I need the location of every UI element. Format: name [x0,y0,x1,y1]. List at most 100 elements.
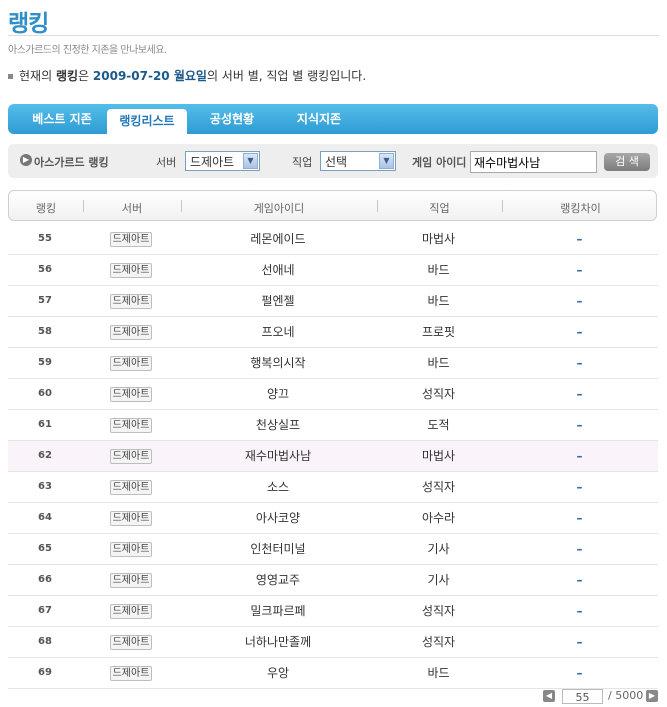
job-select-value: 선택 [325,155,348,169]
tab-bar: 베스트 지존 랭킹리스트 공성현황 지식지존 [8,104,658,134]
table-row: 69 드제아트 우앙 바드 – [8,658,658,689]
rank-diff-cell: – [576,480,583,494]
tab-best[interactable]: 베스트 지존 [20,104,104,134]
job-select[interactable]: 선택 ▼ [320,151,396,171]
notice-strong: 랭킹 [55,69,79,83]
rank-diff-cell: – [576,604,583,618]
server-badge: 드제아트 [109,511,153,526]
server-badge: 드제아트 [109,573,153,588]
server-badge: 드제아트 [109,263,153,278]
job-label: 직업 [292,156,313,169]
game-id-cell: 아사코양 [255,511,301,525]
job-cell: 프로핏 [421,325,456,339]
server-cell: 드제아트 [82,627,180,657]
job-cell: 바드 [427,356,450,370]
page-title: 랭킹 [8,11,49,37]
rank-diff-cell: – [576,294,583,308]
game-id-cell: 펄엔젤 [261,294,295,308]
rank-cell: 62 [38,450,52,461]
game-id-cell: 선애네 [261,263,295,277]
server-cell: 드제아트 [82,286,180,316]
table-row: 55 드제아트 레몬에이드 마법사 – [8,224,658,255]
table-header: 랭킹 서버 게임아이디 직업 랭킹차이 [8,190,657,221]
server-badge: 드제아트 [109,294,153,309]
page-input[interactable]: 55 [562,689,603,704]
job-cell: 기사 [427,573,450,587]
page-total: / 5000 [608,689,644,702]
game-id-cell: 양끄 [266,387,290,401]
server-cell: 드제아트 [82,534,180,564]
server-cell: 드제아트 [82,255,180,285]
server-badge: 드제아트 [109,418,153,433]
game-id-cell: 레몬에이드 [250,232,306,246]
server-badge: 드제아트 [109,449,153,464]
rank-diff-cell: – [576,356,583,370]
rank-cell: 59 [38,357,52,368]
title-divider [8,35,659,36]
job-cell: 바드 [427,263,450,277]
header-rank-diff: 랭킹차이 [560,202,601,215]
server-badge: 드제아트 [109,387,153,402]
rank-cell: 55 [38,233,52,244]
table-row: 65 드제아트 인천터미널 기사 – [8,534,658,565]
server-cell: 드제아트 [82,472,180,502]
game-id-input[interactable] [470,151,597,173]
next-page-icon[interactable]: ▶ [646,690,658,702]
header-game-id: 게임아이디 [253,202,305,215]
table-row: 66 드제아트 영영교주 기사 – [8,565,658,596]
notice-mid: 은 [78,69,93,83]
server-badge: 드제아트 [109,666,153,681]
rank-cell: 63 [38,481,52,492]
game-id-label: 게임 아이디 [412,156,467,169]
bullet-icon [8,74,13,79]
rank-diff-cell: – [576,511,583,525]
tab-ranking-list[interactable]: 랭킹리스트 [107,109,187,134]
server-select[interactable]: 드제아트 ▼ [185,151,260,171]
rank-diff-cell: – [576,387,583,401]
header-rank: 랭킹 [35,202,57,215]
rank-diff-cell: – [576,232,583,246]
job-cell: 성직자 [421,387,456,401]
rank-cell: 68 [38,636,52,647]
server-select-value: 드제아트 [190,155,235,169]
server-badge: 드제아트 [109,635,153,650]
table-row: 61 드제아트 천상실프 도적 – [8,410,658,441]
game-id-cell: 프오네 [261,325,295,339]
prev-page-icon[interactable]: ◀ [543,690,555,702]
table-row: 57 드제아트 펄엔젤 바드 – [8,286,658,317]
header-server: 서버 [121,202,143,215]
server-cell: 드제아트 [82,224,180,254]
table-row: 64 드제아트 아사코양 아수라 – [8,503,658,534]
game-id-cell: 천상실프 [255,418,301,432]
game-id-cell: 너하나만졸께 [244,635,312,649]
game-id-cell: 행복의시작 [250,356,306,370]
page-subtitle: 아스가르드의 진정한 지존을 만나보세요. [8,45,167,56]
table-row: 68 드제아트 너하나만졸께 성직자 – [8,627,658,658]
tab-siege-status[interactable]: 공성현황 [190,104,274,134]
rank-cell: 61 [38,419,52,430]
rank-diff-cell: – [576,263,583,277]
server-cell: 드제아트 [82,658,180,688]
rank-diff-cell: – [576,573,583,587]
server-cell: 드제아트 [82,348,180,378]
server-badge: 드제아트 [109,604,153,619]
server-cell: 드제아트 [82,503,180,533]
job-cell: 도적 [427,418,450,432]
rank-cell: 69 [38,667,52,678]
game-id-cell: 영영교주 [255,573,301,587]
rank-diff-cell: – [576,418,583,432]
rank-diff-cell: – [576,635,583,649]
rank-diff-cell: – [576,542,583,556]
server-cell: 드제아트 [82,317,180,347]
server-badge: 드제아트 [109,232,153,247]
rank-diff-cell: – [576,325,583,339]
table-row: 56 드제아트 선애네 바드 – [8,255,658,286]
search-button[interactable]: 검 색 [604,153,650,171]
notice-prefix: 현재의 [19,69,56,83]
server-cell: 드제아트 [82,565,180,595]
rank-cell: 66 [38,574,52,585]
tab-knowledge[interactable]: 지식지존 [277,104,361,134]
notice-suffix: 의 서버 별, 직업 별 랭킹입니다. [206,69,367,83]
game-id-cell: 인천터미널 [250,542,306,556]
header-job: 직업 [429,202,450,215]
